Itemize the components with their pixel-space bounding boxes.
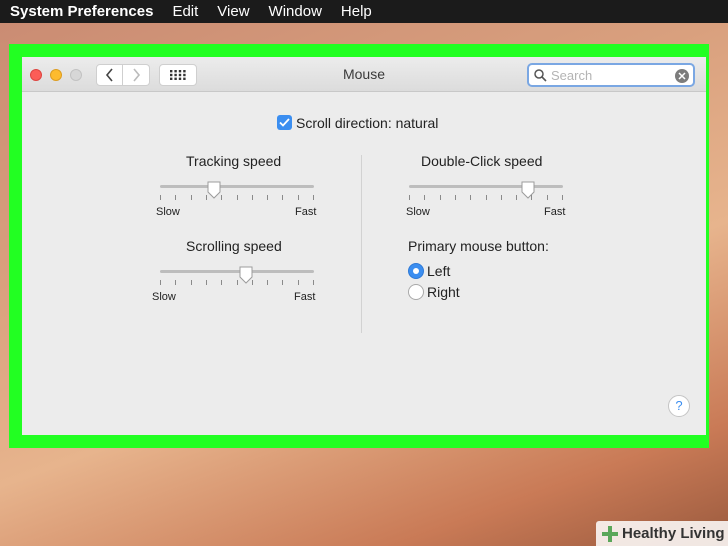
slider-tick: [191, 195, 192, 200]
column-divider: [361, 155, 362, 333]
slider-tick: [282, 280, 283, 285]
watermark: Healthy Living: [596, 521, 728, 546]
minimize-button[interactable]: [50, 69, 62, 81]
tracking-speed-slider[interactable]: [160, 181, 314, 205]
forward-button[interactable]: [123, 64, 150, 86]
clear-search-button[interactable]: [675, 69, 689, 83]
slider-knob[interactable]: [239, 266, 253, 284]
double-click-speed-label: Double-Click speed: [421, 153, 543, 169]
menu-window[interactable]: Window: [269, 3, 322, 20]
primary-mouse-button-label: Primary mouse button:: [408, 238, 549, 254]
menu-bar: System Preferences Edit View Window Help: [0, 0, 728, 23]
tracking-fast-label: Fast: [295, 206, 317, 218]
checkmark-icon: [279, 118, 290, 127]
slider-tick: [409, 195, 410, 200]
slider-tick: [516, 195, 517, 200]
help-button[interactable]: ?: [668, 395, 690, 417]
radio-left-label[interactable]: Left: [427, 263, 450, 279]
back-button[interactable]: [96, 64, 123, 86]
slider-tick: [470, 195, 471, 200]
slider-tick: [206, 195, 207, 200]
double-click-fast-label: Fast: [544, 206, 566, 218]
plus-logo-icon: [602, 525, 618, 542]
slider-tick: [562, 195, 563, 200]
slider-tick: [313, 280, 314, 285]
slider-tick: [221, 195, 222, 200]
show-all-button[interactable]: [159, 64, 197, 86]
slider-tick: [455, 195, 456, 200]
search-field[interactable]: [527, 63, 695, 87]
slider-tick: [175, 280, 176, 285]
mouse-preferences-window: Mouse Search Scroll direction: natural T…: [22, 57, 706, 435]
scrolling-speed-slider[interactable]: [160, 266, 314, 290]
search-icon: [534, 69, 547, 82]
chevron-left-icon: [105, 68, 113, 82]
scroll-direction-label: Scroll direction: natural: [296, 115, 439, 131]
close-button[interactable]: [30, 69, 42, 81]
search-input[interactable]: [551, 67, 673, 84]
slider-tick: [313, 195, 314, 200]
slider-track: [160, 270, 314, 273]
slider-track: [160, 185, 314, 188]
preferences-content: Scroll direction: natural Tracking speed…: [22, 93, 706, 435]
watermark-text: Healthy Living: [622, 525, 725, 542]
slider-tick: [160, 280, 161, 285]
title-bar: Mouse: [22, 57, 706, 92]
slider-tick: [531, 195, 532, 200]
slider-tick: [206, 280, 207, 285]
menu-view[interactable]: View: [217, 3, 249, 20]
slider-tick: [252, 280, 253, 285]
slider-tick: [547, 195, 548, 200]
tracking-slow-label: Slow: [156, 206, 180, 218]
close-icon: [678, 72, 686, 80]
slider-tick: [221, 280, 222, 285]
slider-track: [409, 185, 563, 188]
slider-tick: [175, 195, 176, 200]
slider-tick: [191, 280, 192, 285]
slider-tick: [298, 195, 299, 200]
scrolling-speed-label: Scrolling speed: [186, 238, 282, 254]
slider-knob[interactable]: [207, 181, 221, 199]
menu-edit[interactable]: Edit: [172, 3, 198, 20]
menu-help[interactable]: Help: [341, 3, 372, 20]
slider-tick: [252, 195, 253, 200]
slider-tick: [424, 195, 425, 200]
grid-icon: [170, 70, 186, 80]
slider-tick: [267, 280, 268, 285]
slider-tick: [486, 195, 487, 200]
radio-left[interactable]: [408, 263, 424, 279]
radio-right-label[interactable]: Right: [427, 284, 460, 300]
double-click-slow-label: Slow: [406, 206, 430, 218]
radio-right[interactable]: [408, 284, 424, 300]
menu-app-name[interactable]: System Preferences: [10, 3, 153, 20]
chevron-right-icon: [133, 68, 141, 82]
tracking-speed-label: Tracking speed: [186, 153, 282, 169]
scrolling-fast-label: Fast: [294, 291, 316, 303]
slider-tick: [298, 280, 299, 285]
slider-tick: [282, 195, 283, 200]
double-click-speed-slider[interactable]: [409, 181, 563, 205]
slider-tick: [501, 195, 502, 200]
slider-tick: [267, 195, 268, 200]
slider-tick: [440, 195, 441, 200]
slider-tick: [237, 195, 238, 200]
slider-tick: [160, 195, 161, 200]
zoom-button[interactable]: [70, 69, 82, 81]
slider-tick: [237, 280, 238, 285]
scrolling-slow-label: Slow: [152, 291, 176, 303]
scroll-direction-checkbox[interactable]: [277, 115, 292, 130]
slider-knob[interactable]: [521, 181, 535, 199]
